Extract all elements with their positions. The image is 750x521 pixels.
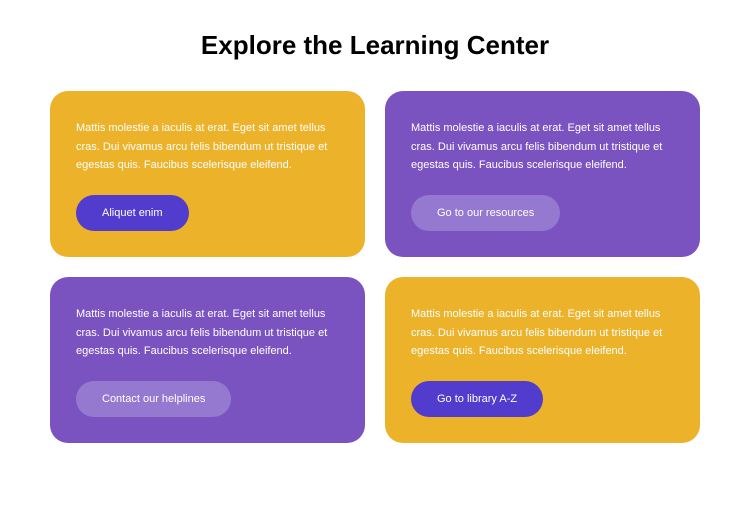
card-3: Mattis molestie a iaculis at erat. Eget …	[50, 277, 365, 443]
go-to-resources-button[interactable]: Go to our resources	[411, 195, 560, 231]
aliquet-enim-button[interactable]: Aliquet enim	[76, 195, 189, 231]
card-1-text: Mattis molestie a iaculis at erat. Eget …	[76, 119, 339, 175]
contact-helplines-button[interactable]: Contact our helplines	[76, 381, 231, 417]
page-title: Explore the Learning Center	[50, 30, 700, 61]
card-4-text: Mattis molestie a iaculis at erat. Eget …	[411, 305, 674, 361]
go-to-library-button[interactable]: Go to library A-Z	[411, 381, 543, 417]
card-4: Mattis molestie a iaculis at erat. Eget …	[385, 277, 700, 443]
card-grid: Mattis molestie a iaculis at erat. Eget …	[50, 91, 700, 443]
card-2-text: Mattis molestie a iaculis at erat. Eget …	[411, 119, 674, 175]
page-container: Explore the Learning Center Mattis moles…	[0, 0, 750, 473]
card-1: Mattis molestie a iaculis at erat. Eget …	[50, 91, 365, 257]
card-2: Mattis molestie a iaculis at erat. Eget …	[385, 91, 700, 257]
card-3-text: Mattis molestie a iaculis at erat. Eget …	[76, 305, 339, 361]
